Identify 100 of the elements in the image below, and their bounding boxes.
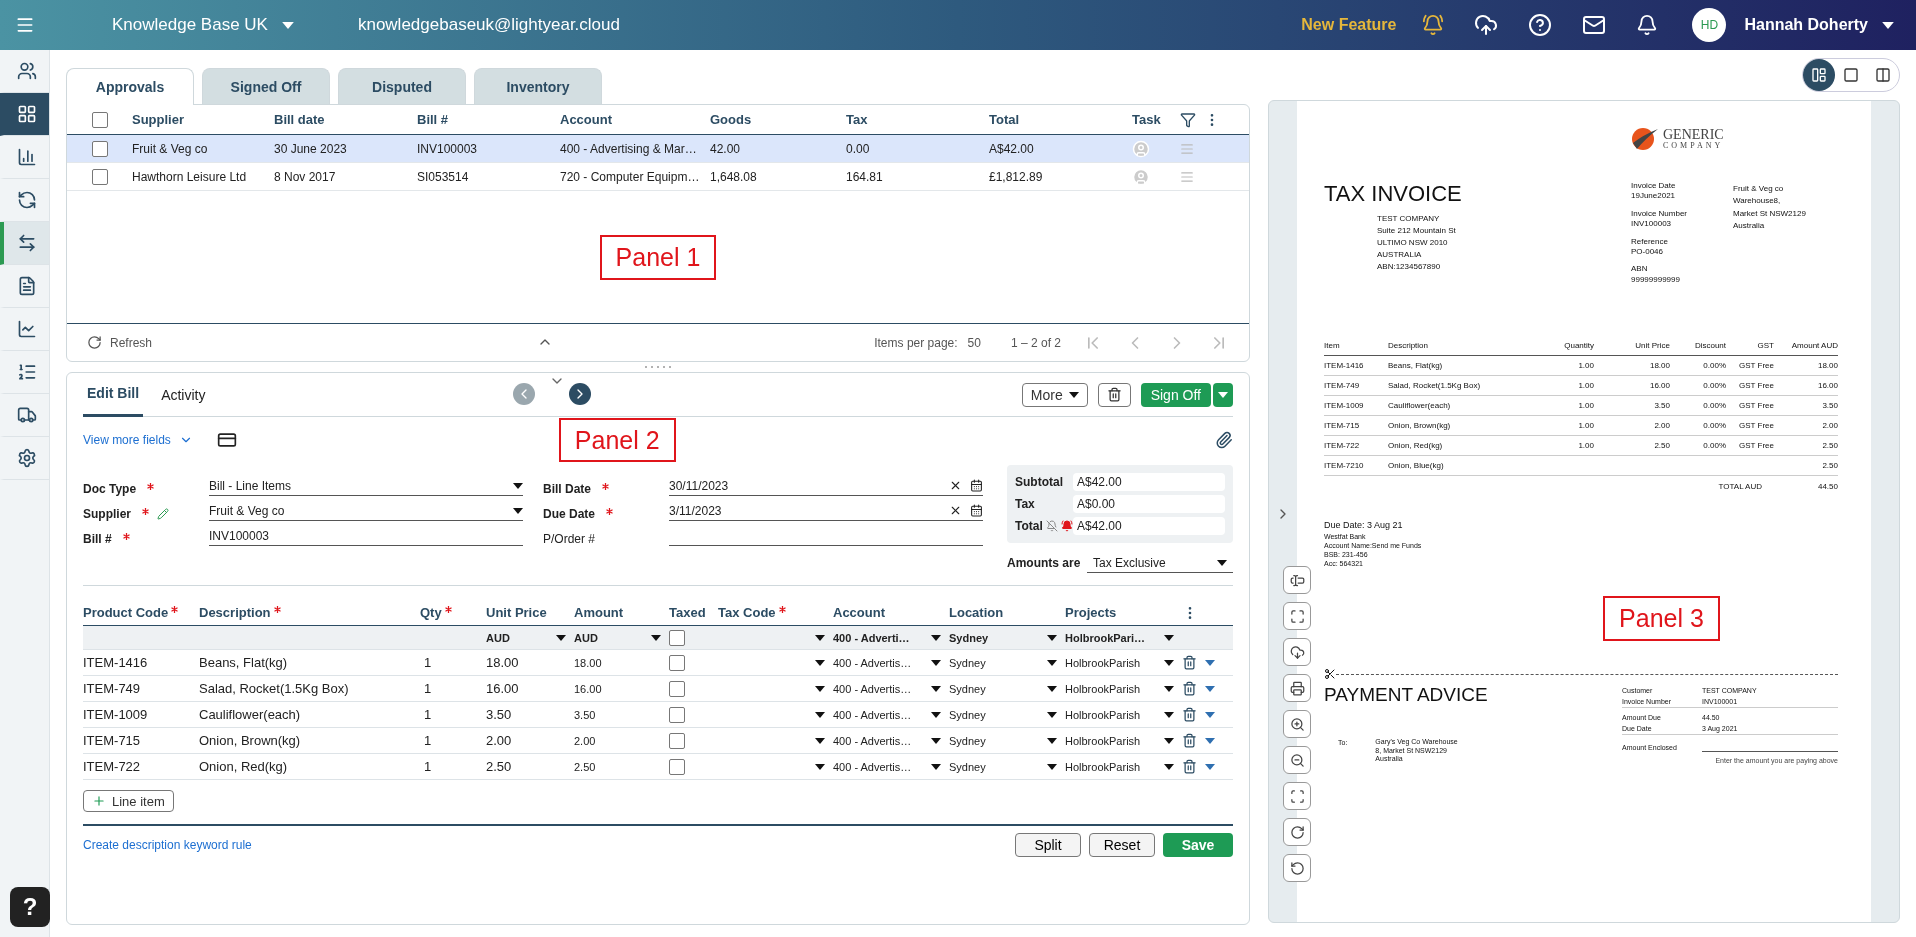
account-select[interactable]: 400 - Advertis… [833, 760, 949, 773]
zoom-in-button[interactable] [1283, 710, 1311, 738]
pencil-icon[interactable] [157, 508, 169, 520]
filter-icon[interactable] [1180, 111, 1196, 128]
taxed-filter-checkbox[interactable] [669, 629, 685, 646]
table-row[interactable]: Hawthorn Leisure Ltd 8 Nov 2017 SI053514 720 - Computer Equipm… 1,648.08 164.81 £1,812.89 [67, 163, 1249, 191]
text-select-icon [1289, 572, 1305, 588]
input-field[interactable]: INV100003 [209, 526, 523, 546]
meta-value: PO-0046 [1631, 246, 1665, 258]
project-select[interactable]: HolbrookParish [1065, 656, 1182, 669]
save-button[interactable]: Save [1163, 833, 1233, 857]
delete-icon[interactable] [1182, 707, 1197, 722]
project-select[interactable]: HolbrookPari… [1065, 631, 1182, 644]
download-button[interactable] [1283, 638, 1311, 666]
zoom-out-button[interactable] [1283, 746, 1311, 774]
location-select[interactable]: Sydney [949, 734, 1065, 747]
calendar-icon[interactable] [970, 479, 983, 492]
scan-button[interactable] [1283, 782, 1311, 810]
delete-icon[interactable] [1182, 655, 1197, 670]
notes-icon [1180, 169, 1194, 184]
location-select[interactable]: Sydney [949, 760, 1065, 773]
location-select[interactable]: Sydney [949, 631, 1065, 644]
help-button[interactable]: ? [10, 887, 50, 927]
dropdown-caret-icon [1047, 659, 1057, 666]
more-button[interactable]: More [1021, 382, 1088, 407]
keyword-rule-link[interactable]: Create description keyword rule [83, 838, 252, 852]
tab[interactable]: Edit Bill [83, 372, 144, 417]
tab[interactable]: Activity [157, 372, 210, 417]
expand-caret-icon[interactable] [1205, 659, 1215, 666]
location-select[interactable]: Sydney [949, 656, 1065, 669]
clear-icon[interactable] [949, 504, 962, 517]
project-select[interactable]: HolbrookParish [1065, 708, 1182, 721]
sign-off-menu-button[interactable] [1213, 382, 1233, 407]
print-button[interactable] [1283, 674, 1311, 702]
clear-icon[interactable] [949, 479, 962, 492]
view-more-fields-link[interactable]: View more fields [83, 433, 193, 447]
view-mode-button[interactable] [1803, 59, 1835, 91]
taxed-checkbox[interactable] [669, 732, 685, 749]
location-select[interactable]: Sydney [949, 682, 1065, 695]
tab[interactable]: Inventory [474, 68, 602, 104]
user-menu[interactable]: Hannah Doherty [1738, 15, 1900, 35]
select-field[interactable]: Bill - Line Items [209, 476, 523, 496]
next-bill-button[interactable] [569, 383, 591, 405]
action-button[interactable]: Reset [1089, 833, 1155, 857]
project-select[interactable]: HolbrookParish [1065, 734, 1182, 747]
column-header: Product Code [83, 605, 199, 620]
account-select[interactable]: 400 - Advertis… [833, 682, 949, 695]
account-select[interactable]: 400 - Advertis… [833, 734, 949, 747]
taxed-checkbox[interactable] [669, 706, 685, 723]
taxed-checkbox[interactable] [669, 654, 685, 671]
sidebar-item[interactable] [0, 93, 49, 136]
currency-select[interactable]: AUD [574, 631, 669, 644]
calendar-icon[interactable] [970, 504, 983, 517]
date-field[interactable]: 3/11/2023 [669, 501, 983, 521]
sidebar-item[interactable] [0, 222, 49, 265]
amounts-are-select[interactable]: Tax Exclusive [1087, 553, 1233, 573]
rotate-right-button[interactable] [1283, 818, 1311, 846]
account-select[interactable]: 400 - Adverti… [833, 631, 949, 644]
taxed-checkbox[interactable] [669, 680, 685, 697]
scissors-icon [1324, 668, 1336, 681]
expand-caret-icon[interactable] [1205, 763, 1215, 770]
required-icon [142, 508, 149, 515]
delete-icon[interactable] [1182, 681, 1197, 696]
delete-icon[interactable] [1182, 759, 1197, 774]
row-checkbox[interactable] [91, 140, 108, 157]
text-select-button[interactable] [1283, 566, 1311, 594]
tab[interactable]: Signed Off [202, 68, 330, 104]
required-icon [606, 508, 613, 515]
taxed-checkbox[interactable] [669, 758, 685, 775]
project-select[interactable]: HolbrookParish [1065, 682, 1182, 695]
currency-select[interactable]: AUD [486, 631, 574, 644]
action-button[interactable]: Split [1015, 833, 1081, 857]
select-all-checkbox[interactable] [91, 111, 108, 128]
fit-page-button[interactable] [1283, 602, 1311, 630]
required-icon [602, 483, 609, 490]
page-size-select[interactable]: 50 [967, 335, 981, 350]
attachment-icon[interactable] [1215, 431, 1233, 449]
add-line-item-button[interactable]: Line item [83, 790, 174, 812]
resize-handle[interactable] [644, 365, 672, 369]
delete-button[interactable] [1097, 382, 1131, 407]
location-select[interactable]: Sydney [949, 708, 1065, 721]
project-select[interactable]: HolbrookParish [1065, 760, 1182, 773]
select-field[interactable]: Fruit & Veg co [209, 501, 523, 521]
expand-caret-icon[interactable] [1205, 711, 1215, 718]
rotate-left-button[interactable] [1283, 854, 1311, 882]
table-cell-text: Onion, Brown(kg) [1388, 421, 1452, 431]
expand-caret-icon[interactable] [1205, 685, 1215, 692]
expand-caret-icon[interactable] [1205, 737, 1215, 744]
tab[interactable]: Approvals [66, 68, 194, 105]
field-label: Bill Date [543, 482, 669, 496]
tab[interactable]: Disputed [338, 68, 466, 104]
account-select[interactable]: 400 - Advertis… [833, 656, 949, 669]
delete-icon[interactable] [1182, 733, 1197, 748]
date-field[interactable]: 30/11/2023 [669, 476, 983, 496]
account-select[interactable]: 400 - Advertis… [833, 708, 949, 721]
refresh-button[interactable]: Refresh [87, 335, 153, 350]
table-row[interactable]: Fruit & Veg co 30 June 2023 INV100003 400 - Advertising & Mar… 42.00 0.00 A$42.00 [67, 135, 1249, 163]
sign-off-button[interactable]: Sign Off [1140, 382, 1211, 407]
organisation-switcher[interactable]: Knowledge Base UK [106, 14, 300, 36]
row-checkbox[interactable] [91, 168, 108, 185]
